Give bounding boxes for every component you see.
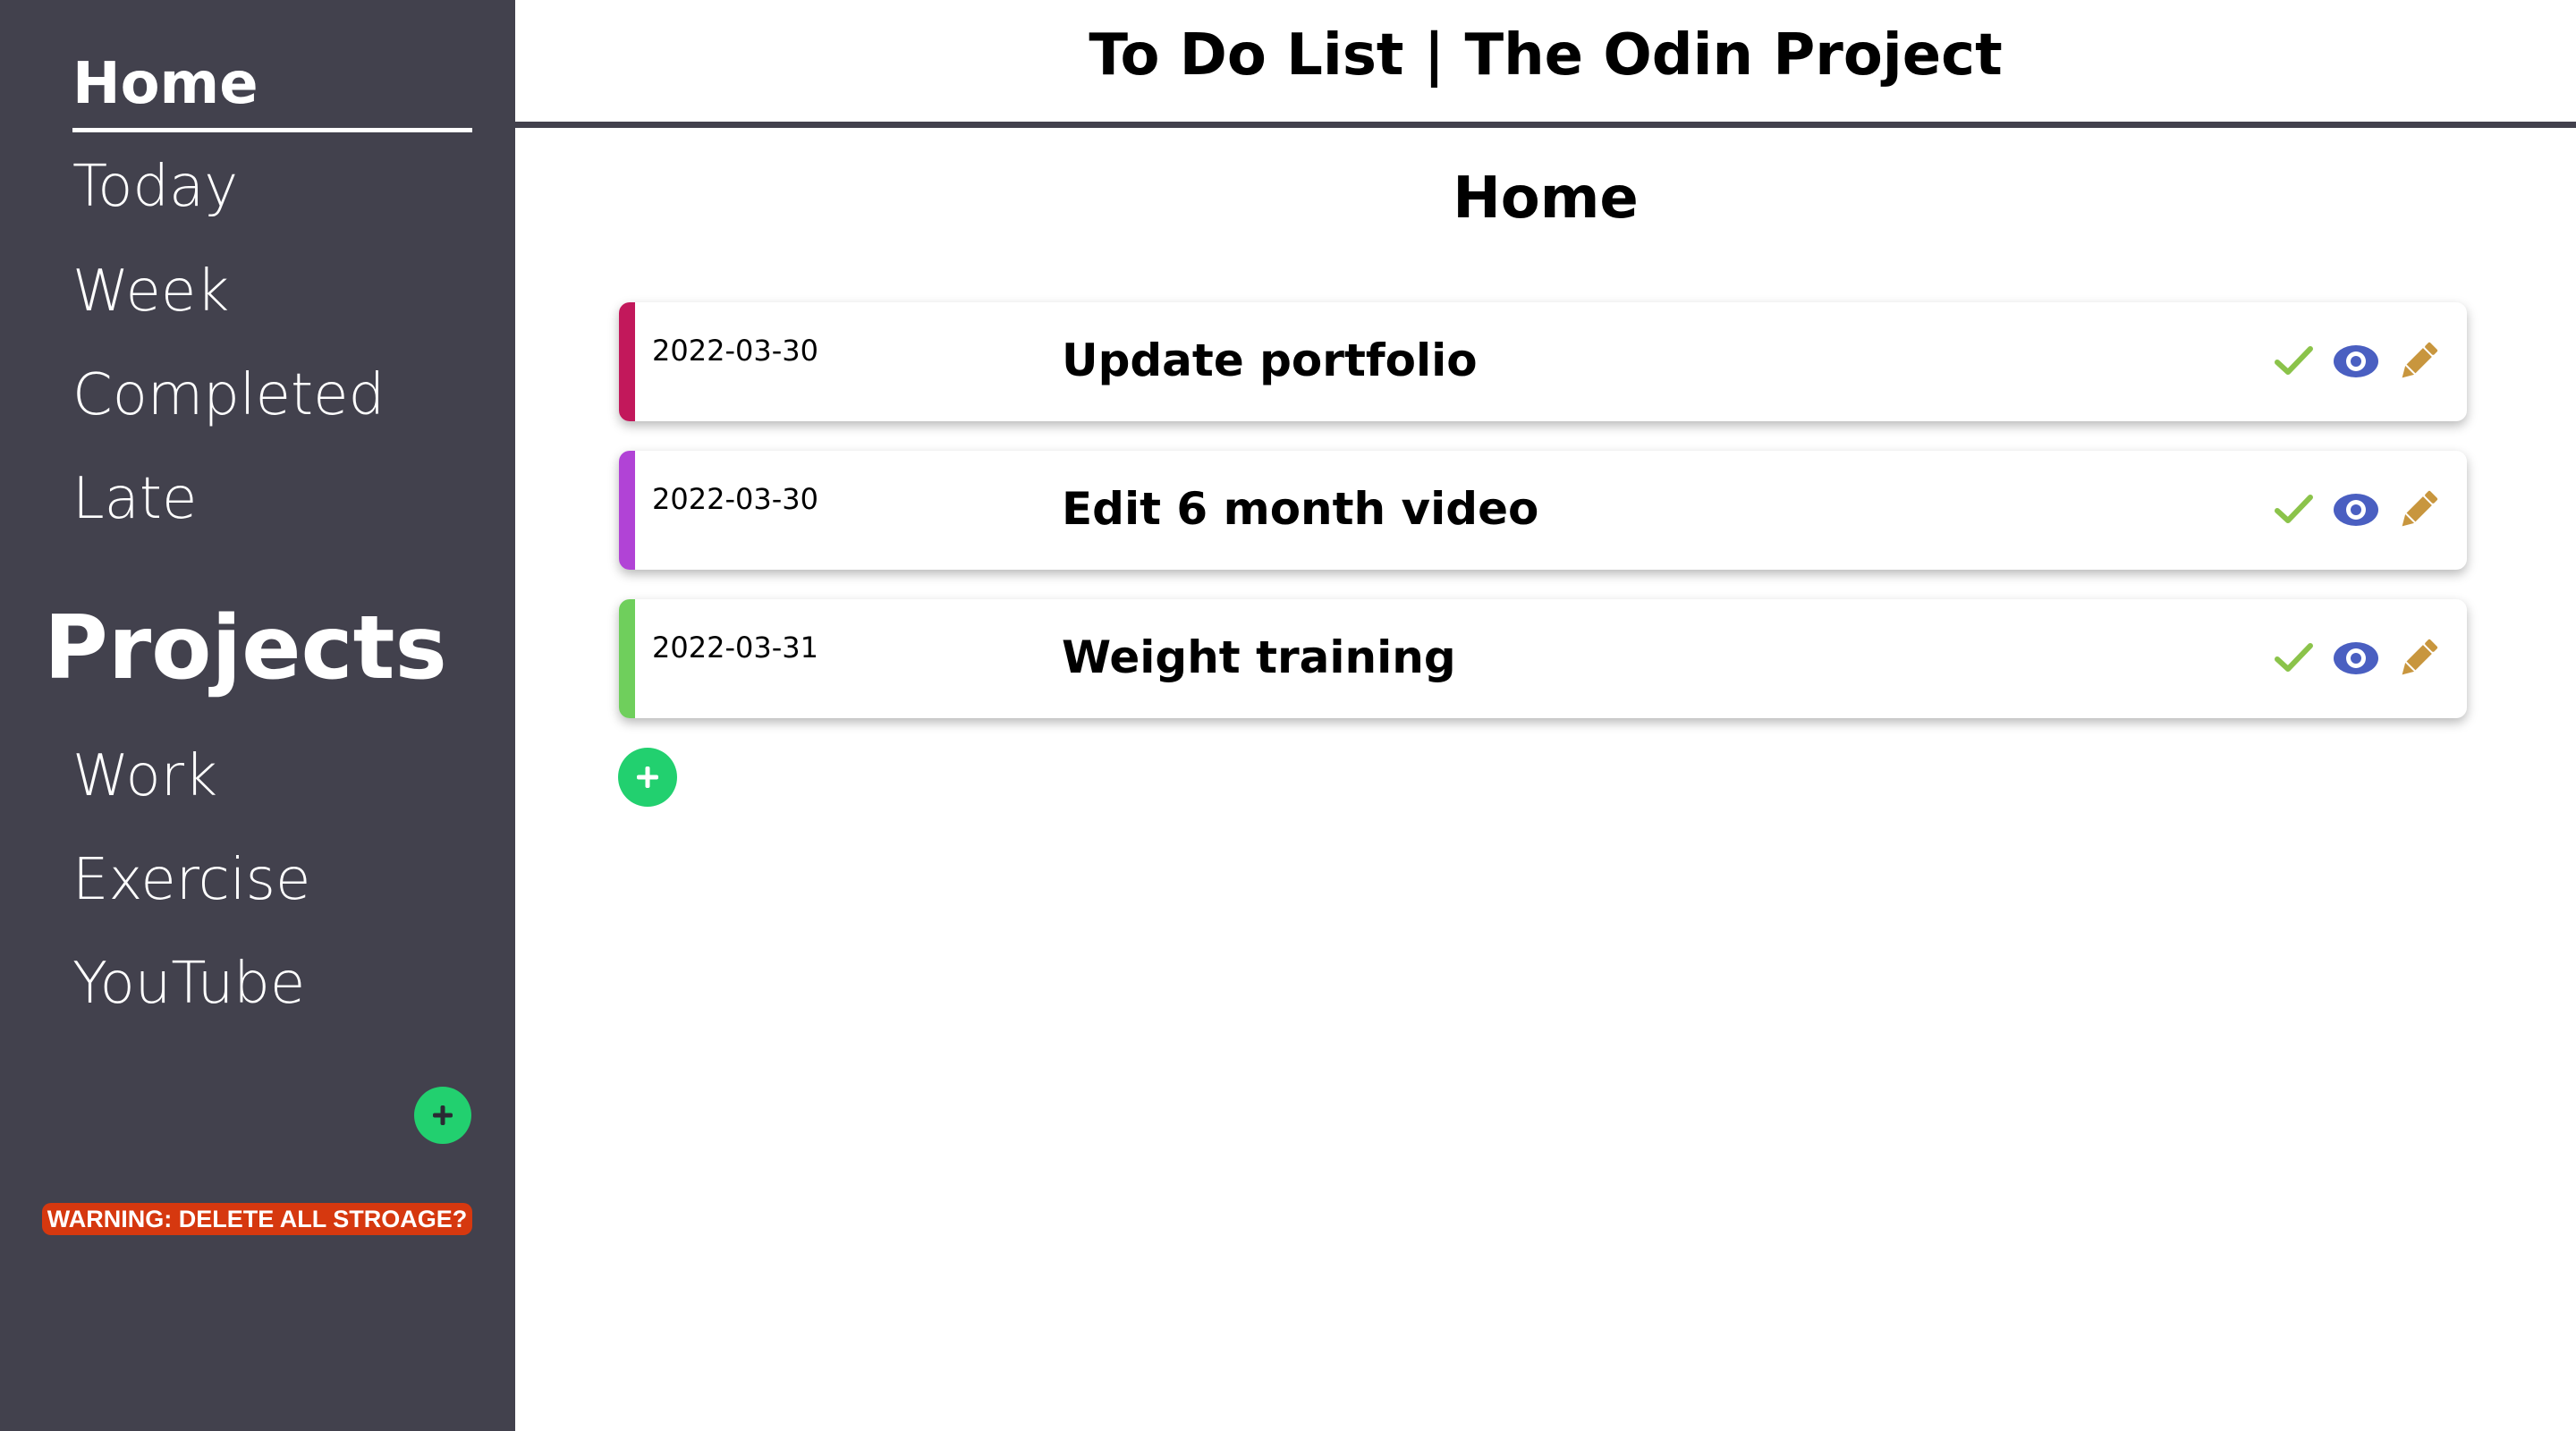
header: To Do List | The Odin Project <box>515 0 2576 128</box>
check-icon[interactable] <box>2269 633 2319 683</box>
task-card[interactable]: 2022-03-30 Edit 6 month video <box>619 451 2467 570</box>
task-date: 2022-03-30 <box>652 482 818 516</box>
pencil-icon[interactable] <box>2394 485 2444 535</box>
eye-icon[interactable] <box>2331 336 2381 386</box>
task-date: 2022-03-30 <box>652 334 818 368</box>
check-icon[interactable] <box>2269 336 2319 386</box>
plus-icon <box>637 766 658 788</box>
sidebar: Home Today Week Completed Late Projects … <box>0 0 515 1431</box>
pencil-icon[interactable] <box>2394 336 2444 386</box>
nav-item-week[interactable]: Week <box>72 263 229 320</box>
plus-icon <box>433 1105 453 1125</box>
task-list: 2022-03-30 Update portfolio 2022-03-30 E… <box>619 302 2467 748</box>
nav-item-home[interactable]: Home <box>72 55 258 113</box>
task-date: 2022-03-31 <box>652 631 818 665</box>
app-root: Home Today Week Completed Late Projects … <box>0 0 2576 1431</box>
delete-all-storage-button[interactable]: WARNING: DELETE ALL STROAGE? <box>42 1203 472 1235</box>
task-title: Update portfolio <box>1062 334 1478 386</box>
add-task-button[interactable] <box>618 748 677 807</box>
projects-heading: Projects <box>44 597 447 699</box>
eye-icon[interactable] <box>2331 633 2381 683</box>
pencil-icon[interactable] <box>2394 633 2444 683</box>
page-title: Home <box>1453 165 1639 232</box>
project-item-work[interactable]: Work <box>72 748 217 805</box>
nav-item-late[interactable]: Late <box>72 470 197 528</box>
task-title: Edit 6 month video <box>1062 483 1539 535</box>
add-project-button[interactable] <box>414 1087 471 1144</box>
task-title: Weight training <box>1062 631 1456 683</box>
nav-item-today[interactable]: Today <box>72 158 238 216</box>
check-icon[interactable] <box>2269 485 2319 535</box>
main-content: To Do List | The Odin Project Home 2022-… <box>515 0 2576 1431</box>
nav-active-underline <box>72 128 472 132</box>
task-priority-bar <box>619 451 635 570</box>
task-priority-bar <box>619 599 635 718</box>
project-item-youtube[interactable]: YouTube <box>72 955 305 1012</box>
app-title: To Do List | The Odin Project <box>1089 22 2003 89</box>
nav-item-completed[interactable]: Completed <box>72 367 385 424</box>
task-card[interactable]: 2022-03-31 Weight training <box>619 599 2467 718</box>
eye-icon[interactable] <box>2331 485 2381 535</box>
task-card[interactable]: 2022-03-30 Update portfolio <box>619 302 2467 421</box>
project-item-exercise[interactable]: Exercise <box>72 851 310 909</box>
task-priority-bar <box>619 302 635 421</box>
